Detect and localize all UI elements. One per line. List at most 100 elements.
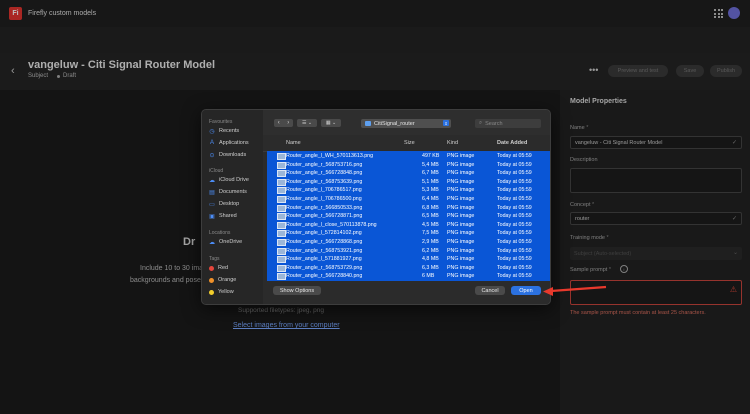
file-date: Today at 05:59	[497, 256, 532, 263]
file-size: 6,3 MB	[422, 264, 439, 271]
file-size: 2,9 MB	[422, 239, 439, 245]
file-row[interactable]: Router_angle_r_568753921.png 6,2 MB PNG im…	[267, 247, 550, 256]
show-options-button[interactable]: Show Options	[273, 286, 321, 295]
file-list[interactable]: Router_angle_l_WH_570113613.png 497 KB PNG…	[267, 151, 550, 287]
file-name: Router_angle_l_WH_570113613.png	[286, 153, 374, 159]
sidebar-item-desktop[interactable]: ▭ Desktop	[209, 201, 239, 208]
file-row[interactable]: Router_angle_l_WH_570113613.png 497 KB PNG…	[267, 152, 550, 161]
image-file-icon	[277, 230, 286, 238]
folder-icon	[365, 121, 371, 126]
file-size: 5,3 MB	[422, 187, 439, 194]
cloud-icon: ☁	[209, 239, 215, 246]
file-kind: PNG image	[447, 187, 475, 194]
column-name[interactable]: Name	[286, 140, 301, 146]
image-file-icon	[277, 264, 286, 272]
file-date: Today at 05:59	[497, 247, 532, 254]
file-date: Today at 05:59	[497, 239, 532, 245]
chevron-left-icon[interactable]: ‹	[274, 119, 284, 127]
sidebar-item-recents[interactable]: ◷ Recents	[209, 128, 239, 135]
file-kind: PNG image	[447, 239, 475, 245]
image-file-icon	[277, 178, 286, 186]
file-date: Today at 05:59	[497, 153, 532, 159]
file-name: Router_angle_r_566850533.png	[286, 204, 363, 211]
sidebar-item-documents[interactable]: ▤ Documents	[209, 189, 247, 196]
search-input[interactable]: ⌕ Search	[475, 119, 541, 128]
file-date: Today at 05:59	[497, 264, 532, 271]
image-file-icon	[277, 213, 286, 221]
image-file-icon	[277, 153, 286, 160]
file-row[interactable]: Router_angle_r_568753729.png 6,3 MB PNG im…	[267, 264, 550, 273]
file-row[interactable]: Router_angle_l_close_570113878.png 4,5 MB…	[267, 221, 550, 230]
file-name: Router_angle_l_572814102.png	[286, 230, 362, 237]
file-kind: PNG image	[447, 221, 475, 228]
file-date: Today at 05:59	[497, 221, 532, 228]
file-row[interactable]: Router_angle_r_568753639.png 5,1 MB PNG im…	[267, 178, 550, 187]
file-size: 4,8 MB	[422, 256, 439, 263]
dialog-footer: Show Options Cancel Open	[263, 281, 550, 304]
column-kind[interactable]: Kind	[447, 140, 458, 146]
orange-tag-icon	[209, 277, 214, 283]
image-file-icon	[277, 196, 286, 203]
sidebar-tag-red[interactable]: Red	[209, 265, 228, 271]
list-view-button[interactable]: ☰ ⌄	[297, 119, 317, 127]
folder-path-select[interactable]: CitiSignal_router ⇕	[361, 119, 451, 128]
file-name: Router_angle_l_571881927.png	[286, 256, 362, 263]
file-kind: PNG image	[447, 196, 475, 202]
sidebar-item-downloads[interactable]: ⊙ Downloads	[209, 152, 246, 159]
file-row[interactable]: Router_angle_l_706786517.png 5,3 MB PNG im…	[267, 186, 550, 195]
file-row[interactable]: Router_angle_l_571881927.png 4,8 MB PNG im…	[267, 255, 550, 264]
file-row[interactable]: Router_angle_l_706786500.png 6,4 MB PNG im…	[267, 195, 550, 204]
grid-view-button[interactable]: ▦ ⌄	[321, 119, 341, 127]
file-date: Today at 05:59	[497, 273, 532, 280]
file-row[interactable]: Router_angle_r_566728868.png 2,9 MB PNG im…	[267, 238, 550, 247]
shared-folder-icon: ▣	[209, 213, 215, 220]
file-row[interactable]: Router_angle_r_566728871.png 6,5 MB PNG im…	[267, 212, 550, 221]
sidebar-tag-yellow[interactable]: Yellow	[209, 289, 234, 295]
cancel-button[interactable]: Cancel	[475, 286, 505, 295]
download-icon: ⊙	[209, 152, 215, 159]
open-button[interactable]: Open	[511, 286, 541, 295]
file-kind: PNG image	[447, 273, 475, 280]
document-icon: ▤	[209, 189, 215, 196]
applications-icon: A	[209, 140, 214, 146]
column-date-added[interactable]: Date Added	[497, 140, 527, 146]
column-size[interactable]: Size	[404, 140, 415, 146]
file-row[interactable]: Router_angle_r_568753716.png 5,4 MB PNG im…	[267, 161, 550, 170]
chevron-updown-icon: ⇕	[443, 120, 449, 126]
image-file-icon	[277, 170, 286, 178]
file-name: Router_angle_r_568753716.png	[286, 161, 363, 168]
file-size: 6,2 MB	[422, 247, 439, 254]
file-date: Today at 05:59	[497, 196, 532, 202]
file-size: 5,4 MB	[422, 161, 439, 168]
file-kind: PNG image	[447, 247, 475, 254]
file-row[interactable]: Router_angle_r_566728848.png 6,7 MB PNG im…	[267, 169, 550, 178]
file-size: 4,5 MB	[422, 221, 439, 228]
sidebar-item-applications[interactable]: A Applications	[209, 140, 249, 146]
file-kind: PNG image	[447, 153, 475, 159]
file-row[interactable]: Router_angle_r_566728840.png 6 MB PNG imag…	[267, 272, 550, 281]
file-date: Today at 05:59	[497, 213, 532, 220]
file-row[interactable]: Router_angle_l_572814102.png 7,5 MB PNG im…	[267, 229, 550, 238]
sidebar-item-shared[interactable]: ▣ Shared	[209, 213, 237, 220]
sidebar-item-onedrive[interactable]: ☁ OneDrive	[209, 239, 242, 246]
cloud-icon: ☁	[209, 177, 215, 184]
sidebar-item-icloud-drive[interactable]: ☁ iCloud Drive	[209, 177, 249, 184]
file-kind: PNG image	[447, 178, 475, 185]
image-file-icon	[277, 247, 286, 255]
image-file-icon	[277, 187, 286, 195]
file-row[interactable]: Router_angle_r_566850533.png 6,8 MB PNG im…	[267, 204, 550, 213]
file-size: 6 MB	[422, 273, 435, 280]
file-name: Router_angle_r_566728840.png	[286, 273, 363, 280]
chevron-right-icon[interactable]: ›	[284, 119, 294, 127]
file-date: Today at 05:59	[497, 170, 532, 177]
back-forward-buttons[interactable]: ‹ ›	[274, 119, 293, 127]
sidebar-heading-favourites: Favourites	[209, 119, 233, 125]
search-icon: ⌕	[479, 120, 483, 126]
image-file-icon	[277, 161, 286, 169]
image-file-icon	[277, 221, 286, 229]
sidebar-heading-tags: Tags	[209, 256, 220, 262]
image-file-icon	[277, 273, 286, 281]
file-kind: PNG image	[447, 170, 475, 177]
sidebar-tag-orange[interactable]: Orange	[209, 277, 236, 283]
desktop-icon: ▭	[209, 201, 215, 208]
